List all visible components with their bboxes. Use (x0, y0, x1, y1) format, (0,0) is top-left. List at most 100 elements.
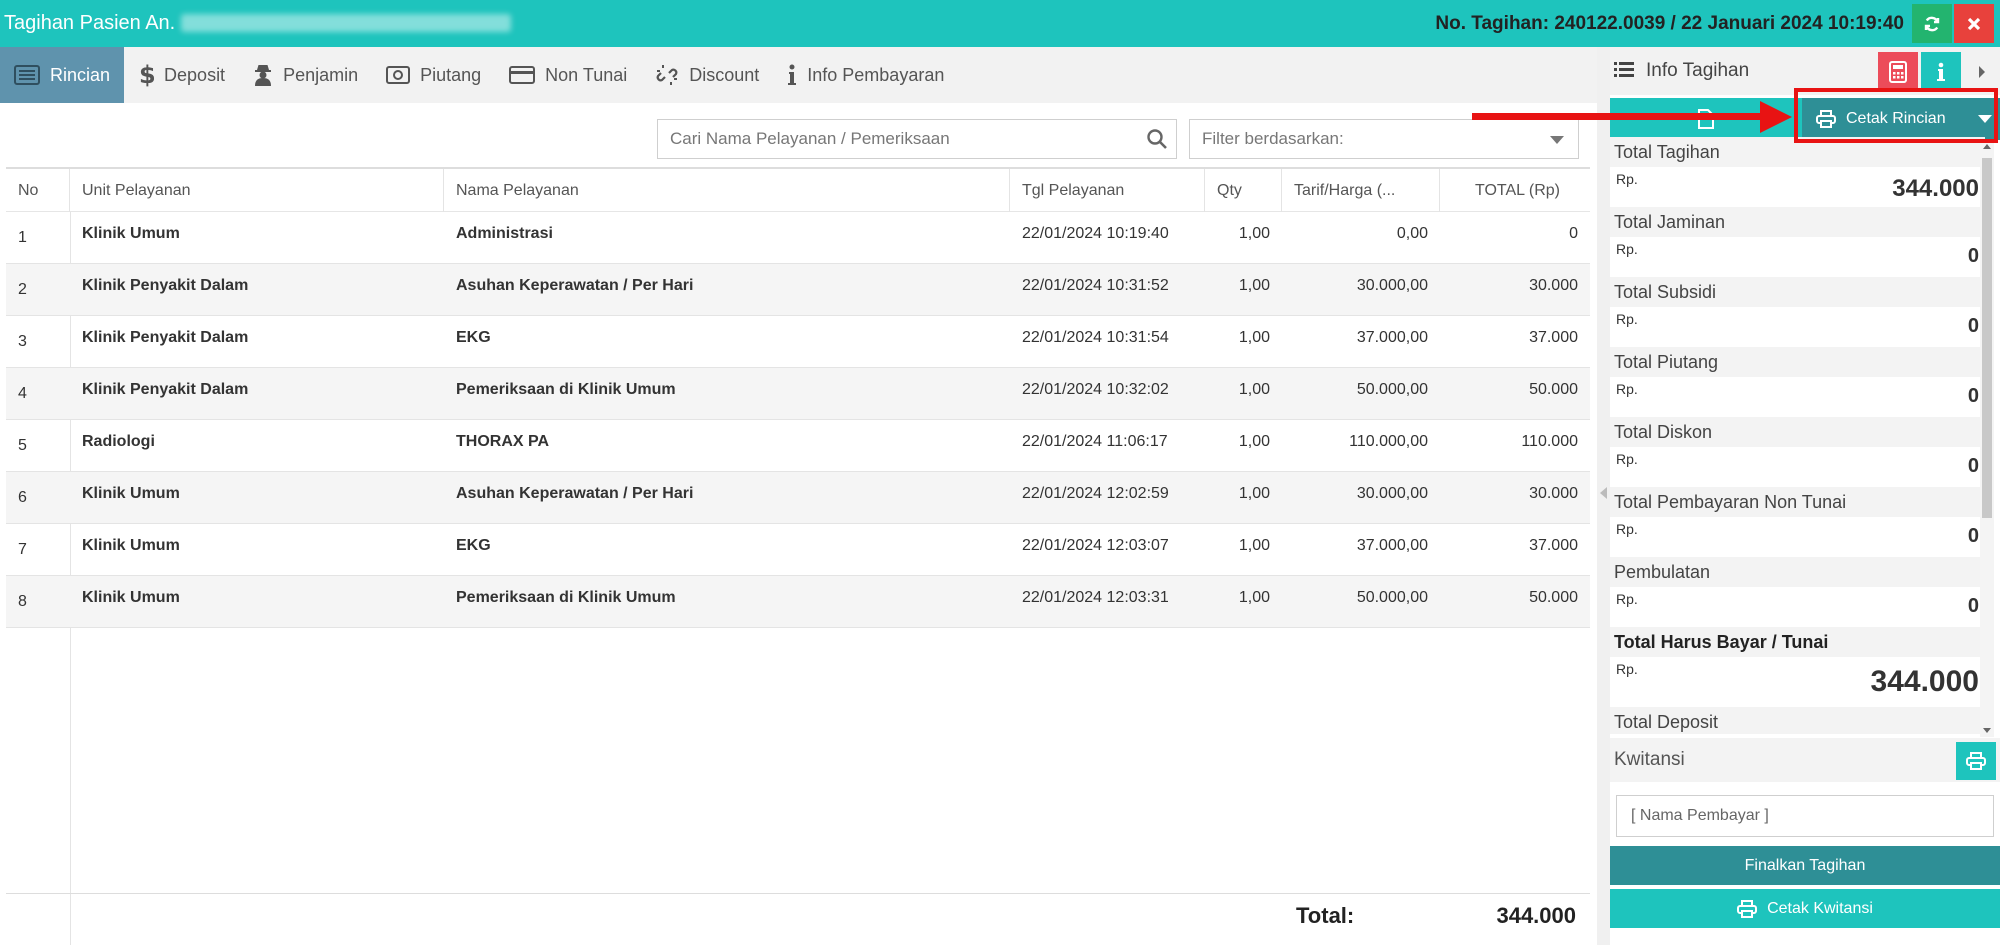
column-header-tgl[interactable]: Tgl Pelayanan (1010, 169, 1205, 212)
column-header-nama[interactable]: Nama Pelayanan (444, 169, 1010, 212)
cell-qty: 1,00 (1238, 277, 1270, 294)
list-icon (14, 65, 40, 85)
column-header-unit[interactable]: Unit Pelayanan (70, 169, 444, 212)
cell-qty: 1,00 (1238, 225, 1270, 242)
table-row[interactable]: 4 Klinik Penyakit Dalam Pemeriksaan di Kli… (6, 368, 1590, 420)
print-icon (1737, 899, 1758, 918)
cell-nama: THORAX PA (456, 433, 550, 450)
cell-no: 7 (18, 541, 27, 558)
table-row[interactable]: 2 Klinik Penyakit Dalam Asuhan Keperawatan… (6, 264, 1590, 316)
summary-value: 344.000 (1870, 665, 1979, 698)
summary-value: 344.000 (1892, 175, 1979, 202)
caret-right-icon (1979, 66, 1985, 78)
filter-select[interactable]: Filter berdasarkan: (1189, 119, 1579, 159)
cell-unit: Radiologi (82, 433, 155, 450)
dollar-icon: $ (139, 62, 154, 88)
cell-unit: Klinik Penyakit Dalam (82, 381, 249, 398)
column-header-no[interactable]: No (6, 169, 70, 212)
summary-value-row: Rp. 344.000 (1610, 657, 1985, 707)
tab-non-tunai[interactable]: Non Tunai (495, 47, 641, 103)
cell-tgl: 22/01/2024 11:06:17 (1022, 433, 1168, 450)
cell-qty: 1,00 (1238, 485, 1270, 502)
column-header-total[interactable]: TOTAL (Rp) (1440, 169, 1590, 212)
summary-scrollbar[interactable] (1980, 140, 1994, 737)
summary-label: Total Subsidi (1610, 277, 1985, 307)
info-button[interactable] (1921, 52, 1961, 92)
window-title-text: Tagihan Pasien An. (4, 12, 176, 34)
cell-total: 30.000 (1529, 277, 1578, 294)
chevron-down-icon (1550, 136, 1564, 144)
cell-qty: 1,00 (1238, 381, 1270, 398)
cell-nama: EKG (456, 537, 491, 554)
close-button[interactable] (1954, 4, 1994, 43)
scrollbar-thumb[interactable] (1982, 158, 1992, 518)
table-row[interactable]: 5 Radiologi THORAX PA 22/01/2024 11:06:17 1,… (6, 420, 1590, 472)
kwitansi-header: Kwitansi (1610, 738, 2000, 782)
collapse-panel-button[interactable] (1962, 52, 2000, 92)
summary-item: Total Deposit (1610, 707, 1985, 734)
tab-deposit[interactable]: $ Deposit (124, 47, 239, 103)
window-title: Tagihan Pasien An. (4, 0, 512, 47)
filter-placeholder: Filter berdasarkan: (1202, 129, 1344, 148)
print-icon (1966, 752, 1986, 770)
currency-label: Rp. (1616, 241, 1638, 257)
info-panel: Info Tagihan Cetak Rincian Total Tagihan… (1610, 47, 2000, 945)
search-icon[interactable] (1146, 128, 1168, 150)
tab-penjamin[interactable]: Penjamin (239, 47, 372, 103)
summary-label: Pembulatan (1610, 557, 1985, 587)
annotation-arrow-shaft (1472, 113, 1762, 120)
cell-nama: Asuhan Keperawatan / Per Hari (456, 277, 694, 294)
cell-tgl: 22/01/2024 10:31:54 (1022, 329, 1169, 346)
refresh-button[interactable] (1912, 4, 1952, 43)
cell-qty: 1,00 (1238, 537, 1270, 554)
summary-value-row: Rp. 0 (1610, 237, 1985, 277)
tab-label: Rincian (50, 64, 111, 85)
cell-tarif: 37.000,00 (1356, 537, 1428, 554)
cell-nama: Pemeriksaan di Klinik Umum (456, 381, 676, 398)
chevron-left-icon (1600, 487, 1607, 499)
user-secret-icon (255, 65, 272, 86)
tab-label: Piutang (420, 64, 482, 85)
panel-splitter[interactable] (1597, 47, 1610, 945)
tab-piutang[interactable]: Piutang (372, 47, 495, 103)
column-header-tarif[interactable]: Tarif/Harga (... (1282, 169, 1440, 212)
service-table: No Unit Pelayanan Nama Pelayanan Tgl Pel… (6, 167, 1590, 945)
summary-value: 0 (1967, 385, 1979, 407)
table-row[interactable]: 6 Klinik Umum Asuhan Keperawatan / Per Har… (6, 472, 1590, 524)
cell-tarif: 30.000,00 (1356, 485, 1428, 502)
cell-no: 2 (18, 281, 27, 298)
currency-label: Rp. (1616, 171, 1638, 187)
cell-no: 6 (18, 489, 27, 506)
summary-value-row: Rp. 0 (1610, 447, 1985, 487)
cell-tarif: 30.000,00 (1356, 277, 1428, 294)
summary-value: 0 (1967, 595, 1979, 617)
cell-total: 37.000 (1529, 329, 1578, 346)
cell-unit: Klinik Umum (82, 225, 180, 242)
scroll-up-icon (1983, 144, 1991, 149)
currency-label: Rp. (1616, 451, 1638, 467)
tab-label: Info Pembayaran (807, 64, 945, 85)
table-row[interactable]: 8 Klinik Umum Pemeriksaan di Klinik Umum 22… (6, 576, 1590, 628)
cell-tarif: 0,00 (1396, 225, 1428, 242)
table-row[interactable]: 1 Klinik Umum Administrasi 22/01/2024 10:19… (6, 212, 1590, 264)
calculator-button[interactable] (1878, 52, 1918, 92)
cell-tgl: 22/01/2024 10:31:52 (1022, 277, 1169, 294)
finalize-invoice-button[interactable]: Finalkan Tagihan (1610, 846, 2000, 885)
tab-label: Discount (689, 64, 760, 85)
list-icon (1614, 62, 1634, 77)
cell-tgl: 22/01/2024 10:19:40 (1022, 225, 1169, 242)
table-body: 1 Klinik Umum Administrasi 22/01/2024 10:19… (6, 212, 1590, 628)
tab-rincian[interactable]: Rincian (0, 47, 125, 103)
tab-info-pembayaran[interactable]: Info Pembayaran (773, 47, 958, 103)
tab-discount[interactable]: Discount (641, 47, 773, 103)
summary-item: Total Piutang Rp. 0 (1610, 347, 1985, 417)
column-header-qty[interactable]: Qty (1205, 169, 1282, 212)
kwitansi-label: Kwitansi (1614, 749, 1685, 770)
print-receipt-button[interactable]: Cetak Kwitansi (1610, 889, 2000, 928)
table-row[interactable]: 7 Klinik Umum EKG 22/01/2024 12:03:07 1,00 37… (6, 524, 1590, 576)
payer-name-input[interactable] (1617, 796, 1993, 836)
payer-name-field (1616, 795, 1994, 837)
table-row[interactable]: 3 Klinik Penyakit Dalam EKG 22/01/2024 10:3… (6, 316, 1590, 368)
print-kwitansi-icon-button[interactable] (1956, 742, 1996, 780)
search-input[interactable] (658, 120, 1118, 158)
